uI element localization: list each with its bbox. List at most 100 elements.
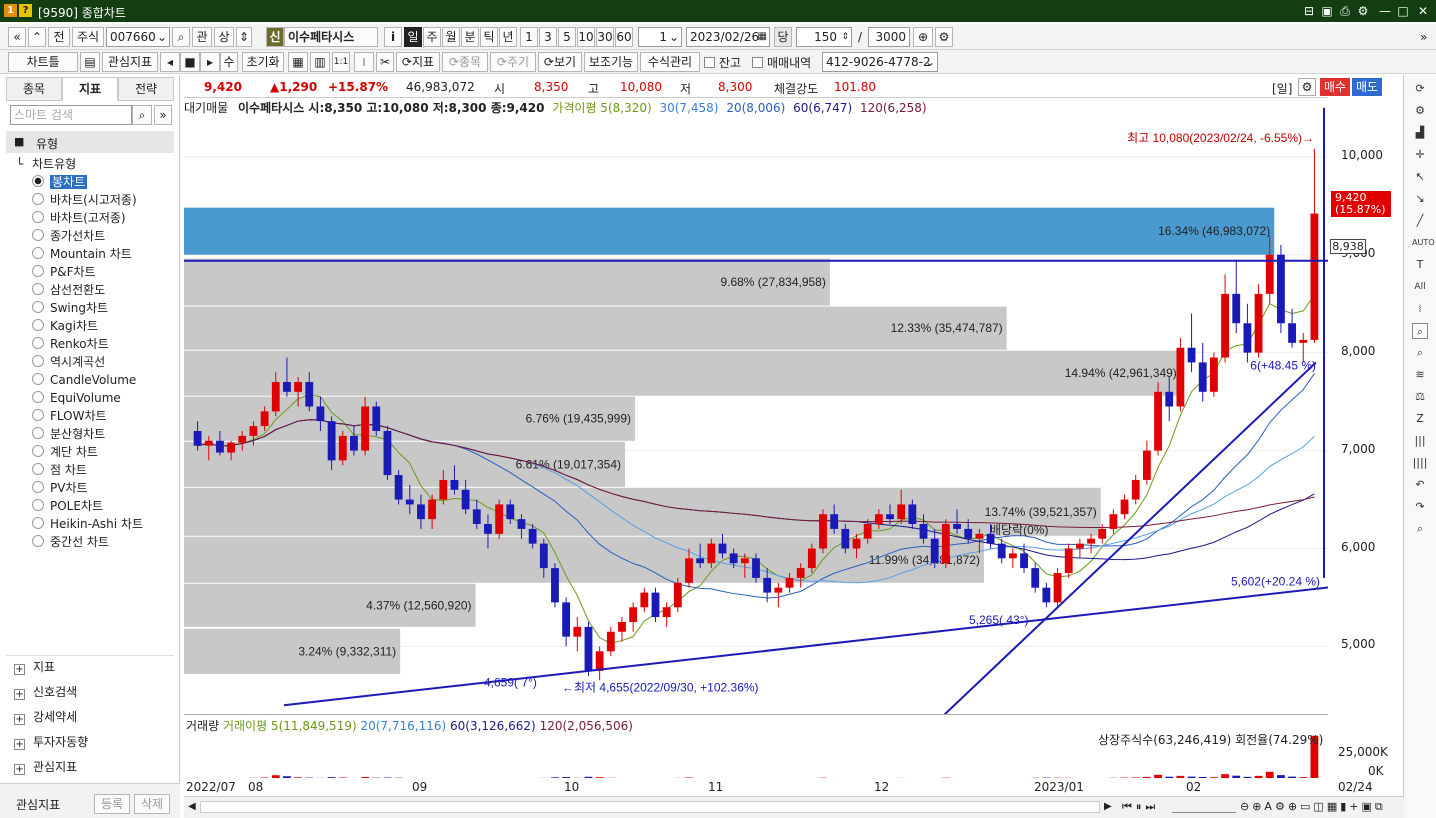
group-item[interactable]: + 지표 bbox=[14, 657, 55, 677]
help-icon[interactable]: ? bbox=[19, 4, 32, 17]
playback-controls[interactable]: ⏮⏸⏭ bbox=[1122, 800, 1159, 814]
grid-icon[interactable]: ▦ bbox=[288, 52, 308, 72]
one-to-one-icon[interactable]: 1:1 bbox=[332, 52, 350, 72]
aux-button[interactable]: 보조기능 bbox=[584, 52, 638, 72]
radio-icon[interactable] bbox=[32, 283, 44, 295]
info-button[interactable]: i bbox=[384, 27, 402, 47]
trendline-icon[interactable]: ╱ bbox=[1412, 213, 1428, 229]
group-item[interactable]: + 투자자동향 bbox=[14, 732, 88, 752]
chart-type-item[interactable]: 계단 차트 bbox=[32, 443, 98, 461]
radio-icon[interactable] bbox=[32, 301, 44, 313]
prev-button[interactable]: 전 bbox=[48, 27, 70, 47]
price-chart[interactable]: 16.34% (46,983,072) 9.68% (27,834,958) 12.… bbox=[184, 97, 1328, 714]
radio-icon[interactable] bbox=[32, 319, 44, 331]
register-button[interactable]: 등록 bbox=[94, 794, 130, 814]
layout-icon[interactable]: ▥ bbox=[310, 52, 330, 72]
chart-type-item[interactable]: 점 차트 bbox=[32, 461, 87, 479]
chart-type-item[interactable]: Mountain 차트 bbox=[32, 245, 132, 263]
stop-icon[interactable]: ■ bbox=[180, 52, 200, 72]
calendar-icon[interactable]: ▦ bbox=[758, 28, 767, 46]
period-month[interactable]: 월 bbox=[442, 27, 460, 47]
min-60[interactable]: 60 bbox=[615, 27, 633, 47]
magnifier-icon[interactable]: ⌕ bbox=[1412, 521, 1428, 537]
candle-tool-icon[interactable]: ⧘ bbox=[1412, 301, 1428, 317]
group-item[interactable]: + 신호검색 bbox=[14, 682, 77, 702]
chart-type-item[interactable]: 중간선 차트 bbox=[32, 533, 109, 551]
radio-icon[interactable] bbox=[32, 247, 44, 259]
crosshair-icon[interactable]: ✛ bbox=[1412, 147, 1428, 163]
chevron-down-icon[interactable]: ⌄ bbox=[669, 28, 679, 46]
expand-icon[interactable]: + bbox=[14, 664, 25, 675]
radio-icon[interactable] bbox=[32, 499, 44, 511]
sell-button[interactable]: 매도 bbox=[1352, 78, 1382, 96]
settings-icon[interactable]: ⚙ bbox=[1412, 103, 1428, 119]
chart-type-item[interactable]: POLE차트 bbox=[32, 497, 103, 515]
chart-type-item[interactable]: P&F차트 bbox=[32, 263, 96, 281]
chart-icon[interactable]: ▟ bbox=[1412, 125, 1428, 141]
search-icon[interactable]: ⌕ bbox=[172, 27, 190, 47]
gann-icon[interactable]: ⚖ bbox=[1412, 389, 1428, 405]
radio-icon[interactable] bbox=[32, 175, 44, 187]
formula-button[interactable]: 수식관리 bbox=[640, 52, 700, 72]
chevron-down-icon[interactable]: ⌄ bbox=[157, 28, 167, 46]
radio-icon[interactable] bbox=[32, 355, 44, 367]
frame-save-icon[interactable]: ▤ bbox=[80, 52, 100, 72]
chevron-down-icon[interactable]: ⌄ bbox=[925, 53, 935, 71]
save-icon[interactable]: ▣ bbox=[1318, 3, 1336, 19]
chart-type-item[interactable]: CandleVolume bbox=[32, 371, 136, 389]
maximize-icon[interactable]: □ bbox=[1394, 3, 1412, 19]
scroll-left-icon[interactable]: ◀ bbox=[188, 801, 196, 812]
min-3[interactable]: 3 bbox=[539, 27, 557, 47]
radio-icon[interactable] bbox=[32, 463, 44, 475]
radio-icon[interactable] bbox=[32, 265, 44, 277]
date-input[interactable]: 2023/02/26 ▦ bbox=[686, 27, 770, 47]
gwan-button[interactable]: 관 bbox=[192, 27, 212, 47]
radio-icon[interactable] bbox=[32, 445, 44, 457]
group-item[interactable]: + 관심지표 bbox=[14, 757, 77, 777]
period-year[interactable]: 년 bbox=[499, 27, 517, 47]
chart-type-item[interactable]: Renko차트 bbox=[32, 335, 109, 353]
radio-icon[interactable] bbox=[32, 517, 44, 529]
settings-icon[interactable]: ⚙ bbox=[1354, 3, 1372, 19]
play-icon[interactable]: ▸ bbox=[200, 52, 220, 72]
chart-type-item[interactable]: 삼선전환도 bbox=[32, 281, 105, 299]
text-icon[interactable]: T bbox=[1412, 257, 1428, 273]
expand-icon[interactable]: + bbox=[14, 689, 25, 700]
max-input[interactable]: 3000 bbox=[868, 27, 910, 47]
refresh-icon[interactable]: ⟳ bbox=[1412, 81, 1428, 97]
minimize-icon[interactable]: — bbox=[1376, 3, 1394, 19]
price-chart-svg[interactable]: 16.34% (46,983,072) 9.68% (27,834,958) 12.… bbox=[184, 98, 1328, 714]
count-input[interactable]: 150 ⇕ bbox=[796, 27, 852, 47]
expand-icon[interactable]: + bbox=[14, 739, 25, 750]
zoom-options-icon[interactable]: ⌕ bbox=[1412, 345, 1428, 361]
init-button[interactable]: 초기화 bbox=[242, 52, 284, 72]
spin-icon[interactable]: ⇕ bbox=[841, 28, 849, 46]
zoom-slider[interactable] bbox=[1172, 801, 1236, 813]
date-axis[interactable]: 2022/07 08 09 10 11 12 2023/01 02 02/24 bbox=[184, 778, 1404, 796]
chart-type-item[interactable]: EquiVolume bbox=[32, 389, 121, 407]
more-icon[interactable]: » bbox=[1420, 30, 1427, 44]
chart-type-item[interactable]: Heikin-Ashi 차트 bbox=[32, 515, 143, 533]
checkbox-icon[interactable] bbox=[752, 57, 763, 68]
scroll-right-icon[interactable]: ▶ bbox=[1104, 801, 1112, 812]
item-button[interactable]: ⟳종목 bbox=[442, 52, 488, 72]
market-select[interactable]: 주식 bbox=[72, 27, 104, 47]
pin-icon[interactable]: ⊟ bbox=[1300, 3, 1318, 19]
min-30[interactable]: 30 bbox=[596, 27, 614, 47]
zigzag-icon[interactable]: Z bbox=[1412, 411, 1428, 427]
undo-icon[interactable]: ↶ bbox=[1412, 477, 1428, 493]
checkbox-icon[interactable] bbox=[704, 57, 715, 68]
period-week[interactable]: 주 bbox=[423, 27, 441, 47]
zoom-in-icon[interactable]: ⊕ bbox=[913, 27, 933, 47]
min-10[interactable]: 10 bbox=[577, 27, 595, 47]
scissors-icon[interactable]: ✂ bbox=[376, 52, 394, 72]
print-icon[interactable]: ⎙ bbox=[1336, 3, 1354, 19]
period-day[interactable]: 일 bbox=[404, 27, 422, 47]
auto-icon[interactable]: AUTO bbox=[1412, 235, 1435, 251]
stock-name[interactable]: 이수페타시스 bbox=[284, 27, 378, 47]
tab-indicators[interactable]: 지표 bbox=[62, 77, 118, 101]
chart-type-item[interactable]: 역시계곡선 bbox=[32, 353, 105, 371]
view-button[interactable]: ⟳보기 bbox=[538, 52, 582, 72]
zoom-tool-icon[interactable]: ⌕ bbox=[1412, 323, 1428, 339]
code-input[interactable]: 007660 ⌄ bbox=[106, 27, 170, 47]
